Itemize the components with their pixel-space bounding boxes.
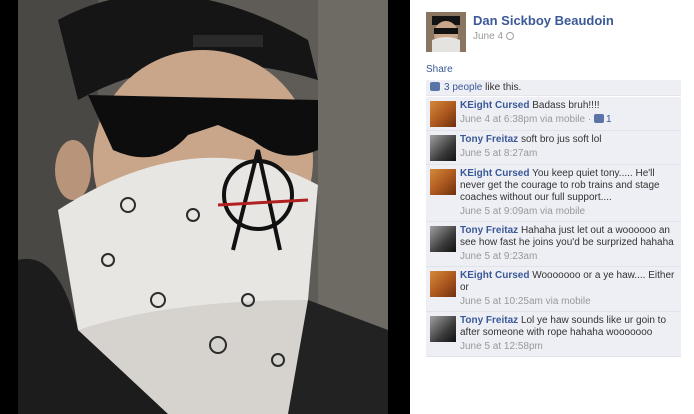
- comment-meta: June 5 at 10:25am via mobile: [460, 296, 677, 308]
- comment-body: KEight Cursed Wooooooo or a ye haw.... E…: [460, 270, 677, 308]
- post-header: Dan Sickboy Beaudoin June 4: [426, 12, 686, 52]
- globe-icon: [506, 32, 515, 40]
- comment-text: soft bro jus soft lol: [520, 134, 602, 145]
- comments-list: KEight Cursed Badass bruh!!!! June 4 at 6…: [426, 97, 681, 357]
- comment-item: Tony Freitaz Lol ye haw sounds like ur g…: [426, 312, 681, 357]
- comment-meta: June 5 at 9:09am via mobile: [460, 206, 677, 218]
- comment-body: Tony Freitaz Lol ye haw sounds like ur g…: [460, 315, 677, 353]
- owner-name[interactable]: Dan Sickboy Beaudoin: [473, 13, 614, 28]
- commenter-avatar[interactable]: [430, 169, 456, 195]
- share-link[interactable]: Share: [426, 64, 453, 75]
- comment-timestamp[interactable]: June 5 at 9:23am: [460, 251, 537, 262]
- comment-body: Tony Freitaz soft bro jus soft lol June 5…: [460, 134, 677, 160]
- comment-item: KEight Cursed Badass bruh!!!! June 4 at 6…: [426, 97, 681, 131]
- owner-avatar[interactable]: [426, 12, 466, 52]
- post-date-text[interactable]: June 4: [473, 31, 503, 42]
- post-date: June 4: [473, 31, 515, 42]
- commenter-name[interactable]: Tony Freitaz: [460, 134, 518, 145]
- commenter-avatar[interactable]: [430, 226, 456, 252]
- photo-image: [18, 0, 388, 414]
- owner-avatar-image: [426, 12, 466, 52]
- comment-meta: June 5 at 8:27am: [460, 148, 677, 160]
- commenter-name[interactable]: KEight Cursed: [460, 168, 529, 179]
- commenter-avatar[interactable]: [430, 271, 456, 297]
- comment-like-count[interactable]: 1: [606, 114, 612, 125]
- photo-stage: [0, 0, 410, 414]
- comment-timestamp[interactable]: June 5 at 8:27am: [460, 148, 537, 159]
- likes-count-link[interactable]: 3 people: [444, 82, 482, 93]
- commenter-name[interactable]: Tony Freitaz: [460, 315, 518, 326]
- comment-item: KEight Cursed You keep quiet tony..... H…: [426, 165, 681, 222]
- likes-suffix: like this.: [482, 82, 522, 93]
- comment-item: Tony Freitaz Hahaha just let out a woooo…: [426, 222, 681, 267]
- thumbs-up-icon: [593, 114, 604, 123]
- comment-body: KEight Cursed Badass bruh!!!! June 4 at 6…: [460, 100, 677, 126]
- meta-separator: ·: [585, 114, 594, 125]
- comment-timestamp[interactable]: June 4 at 6:38pm via mobile: [460, 114, 585, 125]
- commenter-avatar[interactable]: [430, 316, 456, 342]
- commenter-name[interactable]: KEight Cursed: [460, 100, 529, 111]
- photo[interactable]: [18, 0, 388, 414]
- comment-body: Tony Freitaz Hahaha just let out a woooo…: [460, 225, 677, 263]
- likes-summary: 3 people like this.: [426, 80, 681, 96]
- comment-timestamp[interactable]: June 5 at 10:25am via mobile: [460, 296, 591, 307]
- comment-meta: June 4 at 6:38pm via mobile · 1: [460, 114, 677, 126]
- comment-meta: June 5 at 12:58pm: [460, 341, 677, 353]
- commenter-name[interactable]: KEight Cursed: [460, 270, 529, 281]
- commenter-avatar[interactable]: [430, 135, 456, 161]
- commenter-name[interactable]: Tony Freitaz: [460, 225, 518, 236]
- comment-timestamp[interactable]: June 5 at 9:09am via mobile: [460, 206, 585, 217]
- comment-timestamp[interactable]: June 5 at 12:58pm: [460, 341, 543, 352]
- comment-meta: June 5 at 9:23am: [460, 251, 677, 263]
- comment-text: Badass bruh!!!!: [532, 100, 600, 111]
- comment-item: Tony Freitaz soft bro jus soft lol June 5…: [426, 131, 681, 165]
- comment-item: KEight Cursed Wooooooo or a ye haw.... E…: [426, 267, 681, 312]
- commenter-avatar[interactable]: [430, 101, 456, 127]
- comment-body: KEight Cursed You keep quiet tony..... H…: [460, 168, 677, 218]
- thumbs-up-icon: [430, 82, 440, 91]
